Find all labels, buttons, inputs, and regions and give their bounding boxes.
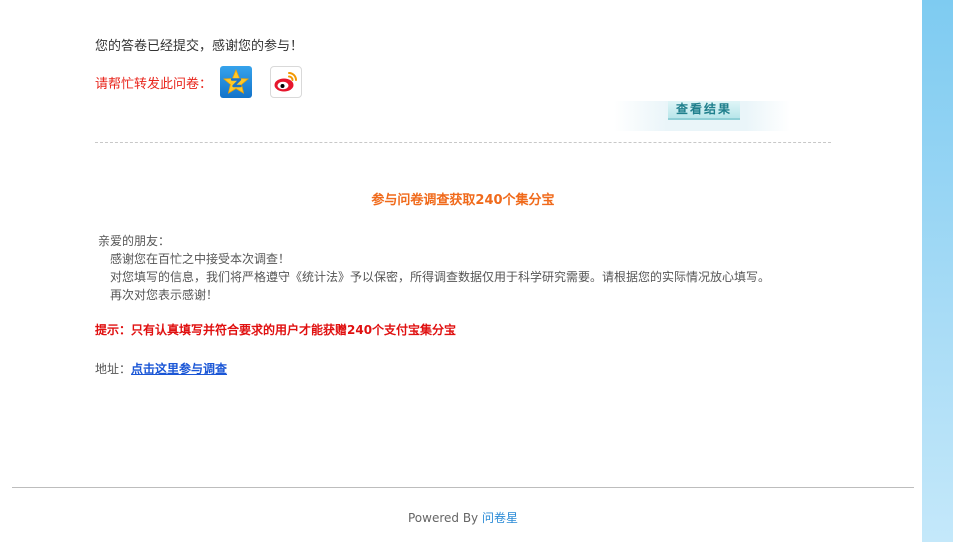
weibo-icon[interactable] xyxy=(270,66,303,98)
footer: Powered By 问卷星 xyxy=(0,509,926,526)
share-label: 请帮忙转发此问卷： xyxy=(95,76,213,92)
letter-greeting: 亲爱的朋友： xyxy=(98,234,171,248)
dashed-divider xyxy=(95,142,831,143)
survey-address: 地址：点击这里参与调查 xyxy=(95,360,227,377)
address-label: 地址： xyxy=(95,362,132,376)
survey-link[interactable]: 点击这里参与调查 xyxy=(131,362,227,376)
footer-divider xyxy=(12,487,914,488)
promo-title: 参与问卷调查获取240个集分宝 xyxy=(371,193,555,208)
submitted-message: 您的答卷已经提交，感谢您的参与！ xyxy=(95,39,304,54)
qzone-icon[interactable] xyxy=(220,66,253,98)
letter-line-privacy: 对您填写的信息，我们将严格遵守《统计法》予以保密，所得调查数据仅用于科学研究需要… xyxy=(110,270,771,284)
powered-by-text: Powered By xyxy=(407,511,479,525)
reward-tip: 提示：只有认真填写并符合要求的用户才能获赠240个支付宝集分宝 xyxy=(95,323,457,337)
view-results-button[interactable]: 查看结果 xyxy=(668,101,740,120)
view-results-area: 查看结果 xyxy=(614,101,790,131)
promo-letter: 亲爱的朋友： 感谢您在百忙之中接受本次调查！ 对您填写的信息，我们将严格遵守《统… xyxy=(98,232,770,304)
main-content: 您的答卷已经提交，感谢您的参与！ 请帮忙转发此问卷： 查看结果 参与问卷调查获取… xyxy=(0,0,922,542)
share-row: 请帮忙转发此问卷： xyxy=(95,66,303,98)
brand-link[interactable]: 问卷星 xyxy=(482,511,518,525)
letter-line-closing: 再次对您表示感谢！ xyxy=(110,288,219,302)
letter-line-thanks: 感谢您在百忙之中接受本次调查！ xyxy=(110,252,291,266)
